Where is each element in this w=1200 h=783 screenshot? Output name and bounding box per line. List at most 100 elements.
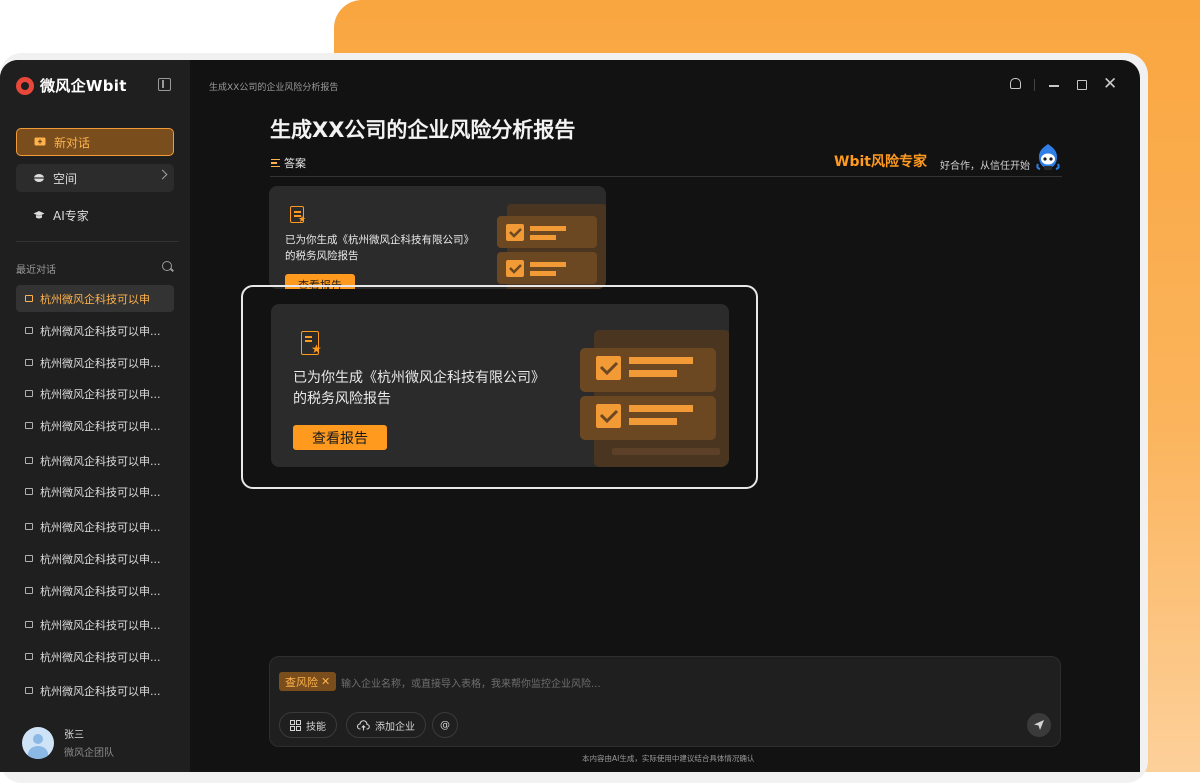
app-name: 微风企Wbit bbox=[40, 77, 127, 95]
report-card-small: ★ 已为你生成《杭州微风企科技有限公司》 的税务风险报告 查看报告 bbox=[269, 186, 606, 289]
sidebar: 微风企Wbit 新对话 空间 AI专家 最近对话 杭州微风企科技可以申 杭州微风… bbox=[0, 60, 190, 772]
conversation-title: 杭州微风企科技可以申... bbox=[40, 684, 161, 698]
chat-icon bbox=[25, 488, 33, 495]
minimize-icon[interactable] bbox=[1049, 85, 1059, 87]
search-icon[interactable] bbox=[162, 261, 172, 271]
conversation-title: 杭州微风企科技可以申... bbox=[40, 356, 161, 370]
ai-expert-button[interactable]: AI专家 bbox=[16, 201, 174, 229]
chat-icon bbox=[25, 523, 33, 530]
conversation-item[interactable]: 杭州微风企科技可以申... bbox=[16, 577, 174, 604]
titlebar-separator bbox=[1034, 79, 1035, 91]
add-company-label: 添加企业 bbox=[375, 721, 415, 733]
mascot-icon bbox=[1036, 144, 1060, 170]
sidebar-divider bbox=[16, 241, 179, 242]
chevron-right-icon bbox=[157, 169, 168, 180]
chat-icon bbox=[25, 555, 33, 562]
star-icon: ★ bbox=[311, 342, 322, 356]
add-company-button[interactable]: 添加企业 bbox=[346, 712, 426, 738]
conversation-item[interactable]: 杭州微风企科技可以申 bbox=[16, 285, 174, 312]
user-profile[interactable]: 张三 微风企团队 bbox=[22, 726, 114, 759]
conversation-item[interactable]: 杭州微风企科技可以申... bbox=[16, 447, 174, 474]
chat-icon bbox=[25, 359, 33, 366]
conversation-item[interactable]: 杭州微风企科技可以申... bbox=[16, 317, 174, 344]
maximize-icon[interactable] bbox=[1077, 80, 1087, 90]
chat-icon bbox=[25, 422, 33, 429]
conversation-item[interactable]: 杭州微风企科技可以申... bbox=[16, 545, 174, 572]
conversation-item[interactable]: 杭州微风企科技可以申... bbox=[16, 412, 174, 439]
recent-conversations-label: 最近对话 bbox=[16, 265, 56, 276]
bell-icon[interactable] bbox=[1010, 78, 1021, 89]
conversation-title: 杭州微风企科技可以申... bbox=[40, 419, 161, 433]
report-text: 已为你生成《杭州微风企科技有限公司》 的税务风险报告 bbox=[293, 368, 545, 410]
chat-icon bbox=[25, 457, 33, 464]
window-title: 生成XX公司的企业风险分析报告 bbox=[209, 83, 339, 93]
conversation-title: 杭州微风企科技可以申... bbox=[40, 650, 161, 664]
chat-icon bbox=[25, 295, 33, 302]
conversation-item[interactable]: 杭州微风企科技可以申... bbox=[16, 677, 174, 704]
conversation-title: 杭州微风企科技可以申... bbox=[40, 387, 161, 401]
conversation-item[interactable]: 杭州微风企科技可以申... bbox=[16, 478, 174, 505]
conversation-item[interactable]: 杭州微风企科技可以申... bbox=[16, 643, 174, 670]
checklist-illustration bbox=[580, 330, 729, 467]
chat-icon bbox=[25, 327, 33, 334]
conversation-item[interactable]: 杭州微风企科技可以申... bbox=[16, 349, 174, 376]
avatar bbox=[22, 726, 54, 759]
ai-expert-label: AI专家 bbox=[53, 208, 89, 223]
expert-name: Wbit风险专家 bbox=[834, 154, 927, 170]
ai-disclaimer: 本内容由AI生成，实际使用中建议结合具体情况确认 bbox=[582, 754, 755, 763]
conversation-title: 杭州微风企科技可以申... bbox=[40, 520, 161, 534]
expert-slogan: 好合作，从信任开始 bbox=[940, 161, 1030, 172]
chat-icon bbox=[25, 390, 33, 397]
star-icon: ★ bbox=[298, 215, 307, 225]
new-chat-label: 新对话 bbox=[54, 135, 91, 150]
mention-button[interactable]: @ bbox=[432, 712, 458, 738]
close-icon[interactable]: ✕ bbox=[321, 675, 330, 688]
conversation-title: 杭州微风企科技可以申... bbox=[40, 552, 161, 566]
risk-check-tag-label: 查风险 bbox=[285, 675, 318, 689]
space-icon bbox=[34, 174, 44, 182]
view-report-button[interactable]: 查看报告 bbox=[293, 425, 387, 450]
send-icon bbox=[1034, 720, 1044, 730]
question-title: 生成XX公司的企业风险分析报告 bbox=[270, 118, 576, 142]
skills-button[interactable]: 技能 bbox=[279, 712, 337, 738]
chat-icon bbox=[25, 653, 33, 660]
risk-check-tag[interactable]: 查风险 ✕ bbox=[279, 672, 337, 691]
chat-input-box[interactable]: 查风险 ✕ 输入企业名称，或直接导入表格，我来帮你监控企业风险... 技能 添加… bbox=[269, 656, 1061, 747]
app-window: 微风企Wbit 新对话 空间 AI专家 最近对话 杭州微风企科技可以申 杭州微风… bbox=[0, 60, 1140, 772]
input-placeholder[interactable]: 输入企业名称，或直接导入表格，我来帮你监控企业风险... bbox=[341, 675, 601, 690]
space-button[interactable]: 空间 bbox=[16, 164, 174, 192]
report-text-line1: 已为你生成《杭州微风企科技有限公司》 bbox=[285, 234, 474, 246]
app-logo: 微风企Wbit bbox=[16, 75, 127, 96]
user-team: 微风企团队 bbox=[64, 748, 114, 759]
conversation-title: 杭州微风企科技可以申... bbox=[40, 584, 161, 598]
collapse-sidebar-icon[interactable] bbox=[158, 78, 171, 91]
conversation-item[interactable]: 杭州微风企科技可以申... bbox=[16, 513, 174, 540]
list-icon bbox=[271, 159, 280, 167]
chat-icon bbox=[25, 621, 33, 628]
conversation-title: 杭州微风企科技可以申... bbox=[40, 454, 161, 468]
logo-icon bbox=[16, 76, 34, 95]
report-text: 已为你生成《杭州微风企科技有限公司》 的税务风险报告 bbox=[285, 233, 474, 265]
conversation-title: 杭州微风企科技可以申... bbox=[40, 485, 161, 499]
new-chat-button[interactable]: 新对话 bbox=[16, 128, 174, 156]
conversation-title: 杭州微风企科技可以申... bbox=[40, 618, 161, 632]
report-text-line2: 的税务风险报告 bbox=[293, 391, 391, 407]
send-button[interactable] bbox=[1027, 713, 1051, 737]
report-text-line2: 的税务风险报告 bbox=[285, 249, 359, 262]
answer-label-text: 答案 bbox=[284, 157, 306, 170]
report-text-line1: 已为你生成《杭州微风企科技有限公司》 bbox=[293, 370, 545, 386]
conversation-title: 杭州微风企科技可以申 bbox=[40, 292, 150, 306]
user-name: 张三 bbox=[64, 730, 84, 741]
conversation-title: 杭州微风企科技可以申... bbox=[40, 324, 161, 338]
graduation-cap-icon bbox=[33, 211, 45, 219]
space-label: 空间 bbox=[53, 171, 78, 186]
chat-plus-icon bbox=[34, 137, 46, 146]
close-icon[interactable]: ✕ bbox=[1103, 76, 1117, 93]
answer-divider bbox=[270, 176, 1062, 177]
conversation-item[interactable]: 杭州微风企科技可以申... bbox=[16, 380, 174, 407]
chat-icon bbox=[25, 687, 33, 694]
cloud-upload-icon bbox=[357, 719, 370, 730]
conversation-item[interactable]: 杭州微风企科技可以申... bbox=[16, 611, 174, 638]
chat-icon bbox=[25, 587, 33, 594]
report-card-large: ★ 已为你生成《杭州微风企科技有限公司》 的税务风险报告 查看报告 bbox=[271, 304, 729, 467]
